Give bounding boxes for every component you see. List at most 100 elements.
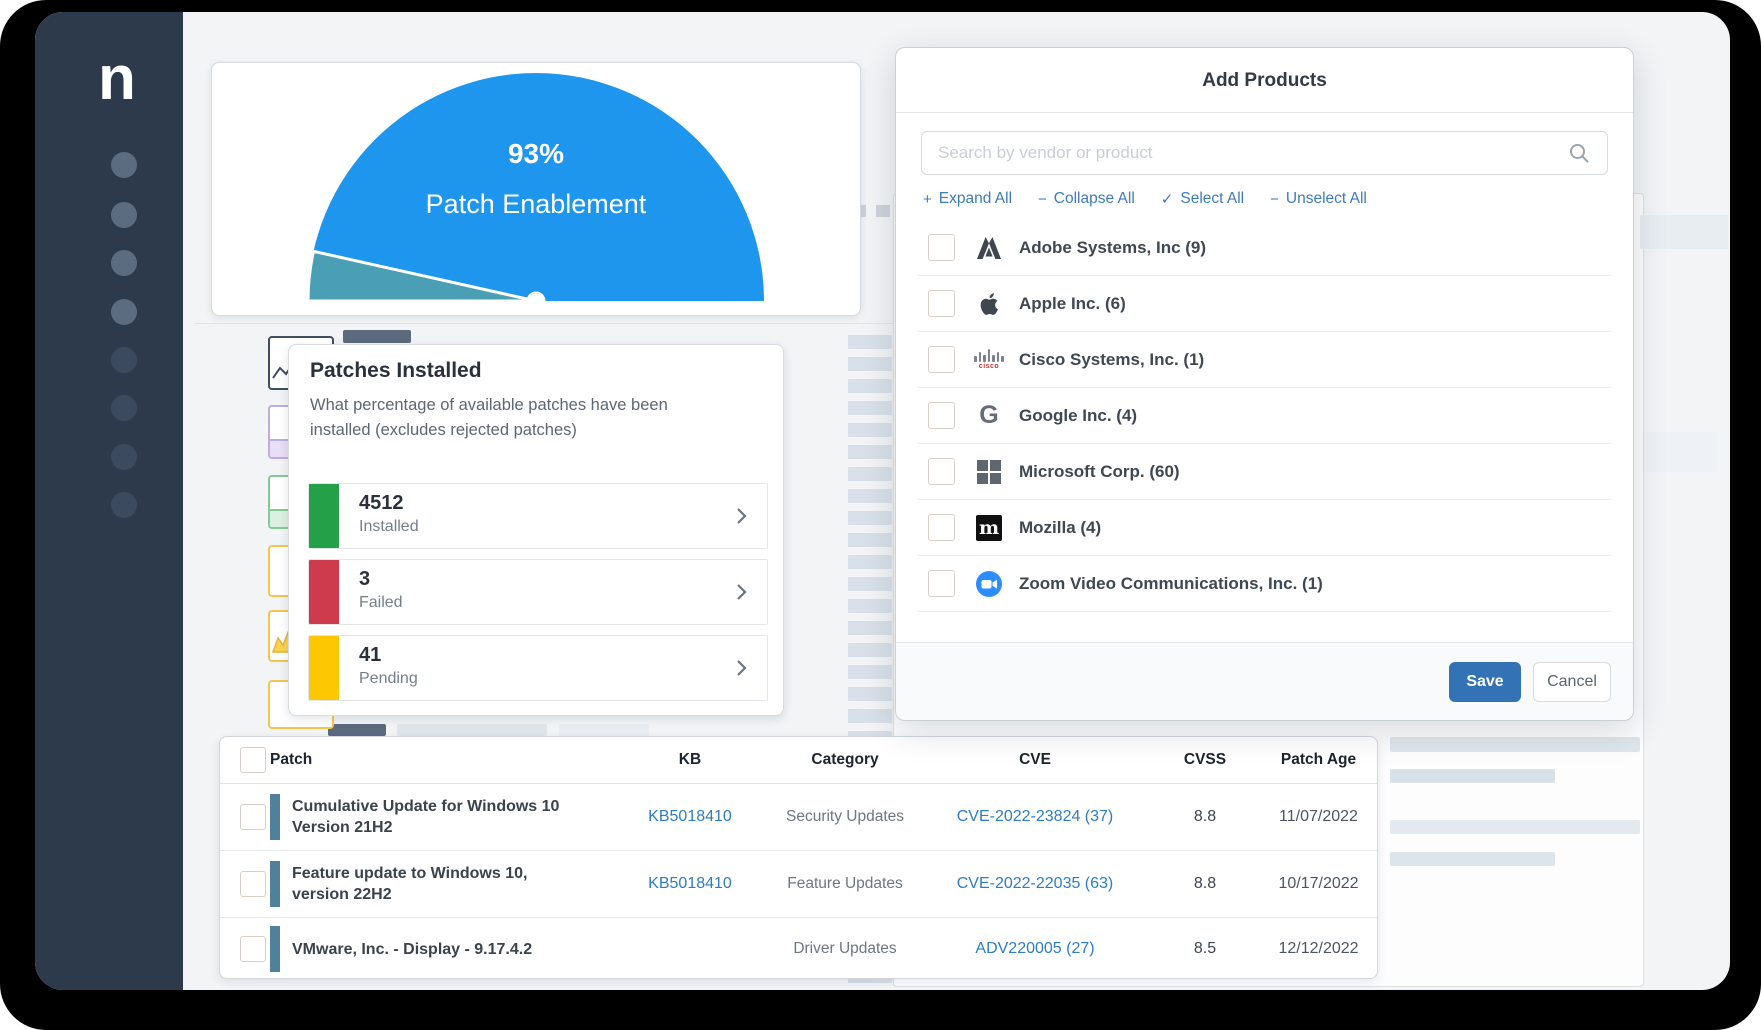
severity-bar	[270, 861, 280, 907]
vendor-row-cisco[interactable]: cisco Cisco Systems, Inc. (1)	[918, 332, 1611, 388]
patch-name: Cumulative Update for Windows 10 Version…	[292, 796, 577, 838]
row-checkbox[interactable]	[240, 871, 266, 897]
zoom-logo-icon	[975, 570, 1003, 598]
row-checkbox[interactable]	[240, 804, 266, 830]
severity-bar	[270, 794, 280, 840]
row-checkbox[interactable]	[240, 936, 266, 962]
minus-icon: −	[1270, 191, 1279, 208]
skeleton-square	[876, 205, 890, 217]
google-logo-icon: G	[975, 402, 1003, 430]
unselect-all-link[interactable]: − Unselect All	[1270, 190, 1367, 208]
vendor-checkbox[interactable]	[928, 514, 955, 541]
cvss-cell: 8.8	[1150, 808, 1260, 826]
gauge-percent: 93%	[508, 138, 564, 169]
severity-bar	[270, 926, 280, 972]
app-screen: n 93% Patch Enablement Patches Installed…	[35, 12, 1730, 990]
gauge-center-dot	[527, 292, 546, 311]
vendor-checkbox[interactable]	[928, 458, 955, 485]
vendor-name: Mozilla (4)	[1019, 518, 1101, 538]
sidebar-item-7[interactable]	[111, 444, 137, 470]
vendor-row-apple[interactable]: Apple Inc. (6)	[918, 276, 1611, 332]
vendor-checkbox[interactable]	[928, 402, 955, 429]
skeleton-tab	[328, 724, 386, 736]
search-input[interactable]	[921, 131, 1608, 175]
vendor-row-mozilla[interactable]: m Mozilla (4)	[918, 500, 1611, 556]
cve-link[interactable]: CVE-2022-22035 (63)	[957, 875, 1114, 892]
skeleton-bar	[1390, 769, 1555, 783]
collapse-all-link[interactable]: − Collapse All	[1038, 190, 1135, 208]
select-all-label: Select All	[1180, 190, 1244, 208]
cvss-cell: 8.8	[1150, 875, 1260, 893]
vendor-checkbox[interactable]	[928, 290, 955, 317]
failed-label: Failed	[359, 594, 403, 612]
cisco-logo-icon: cisco	[975, 346, 1003, 374]
table-header-row: Patch KB Category CVE CVSS Patch Age	[220, 737, 1377, 784]
gauge-label: Patch Enablement	[426, 189, 647, 219]
category-cell: Driver Updates	[770, 940, 920, 958]
select-all-checkbox[interactable]	[240, 747, 266, 773]
category-cell: Security Updates	[770, 808, 920, 826]
skeleton-bar	[559, 724, 649, 736]
stat-row-installed[interactable]: 4512 Installed	[308, 483, 768, 549]
header-category: Category	[770, 751, 920, 769]
sidebar-item-8[interactable]	[111, 492, 137, 518]
save-button[interactable]: Save	[1449, 662, 1521, 702]
select-all-link[interactable]: ✓ Select All	[1161, 190, 1244, 208]
table-row: Feature update to Windows 10, version 22…	[220, 851, 1377, 918]
vendor-checkbox[interactable]	[928, 346, 955, 373]
patch-age-cell: 12/12/2022	[1260, 940, 1377, 958]
vendor-row-zoom[interactable]: Zoom Video Communications, Inc. (1)	[918, 556, 1611, 612]
kb-link[interactable]: KB5018410	[648, 875, 732, 892]
header-age: Patch Age	[1260, 751, 1377, 769]
semicircle-gauge-chart: 93% Patch Enablement	[212, 63, 860, 315]
chevron-right-icon[interactable]	[729, 656, 753, 680]
plus-icon: +	[923, 191, 932, 208]
cve-link[interactable]: CVE-2022-23824 (37)	[957, 808, 1114, 825]
sidebar-item-6[interactable]	[111, 395, 137, 421]
vendor-name: Apple Inc. (6)	[1019, 294, 1126, 314]
chevron-right-icon[interactable]	[729, 580, 753, 604]
vendor-row-adobe[interactable]: Adobe Systems, Inc (9)	[918, 220, 1611, 276]
vendor-name: Zoom Video Communications, Inc. (1)	[1019, 574, 1323, 594]
expand-all-label: Expand All	[939, 190, 1012, 208]
vendor-name: Cisco Systems, Inc. (1)	[1019, 350, 1204, 370]
patches-installed-card: Patches Installed What percentage of ava…	[288, 344, 784, 716]
adobe-logo-icon	[975, 234, 1003, 262]
sidebar-item-4[interactable]	[111, 299, 137, 325]
vendor-name: Adobe Systems, Inc (9)	[1019, 238, 1206, 258]
skeleton-bar	[1390, 820, 1640, 834]
cancel-button[interactable]: Cancel	[1533, 662, 1611, 702]
modal-title: Add Products	[896, 70, 1633, 92]
vendor-checkbox[interactable]	[928, 234, 955, 261]
patch-enablement-gauge-card: 93% Patch Enablement	[211, 62, 861, 316]
card-subtitle: What percentage of available patches hav…	[310, 393, 730, 443]
expand-all-link[interactable]: + Expand All	[923, 190, 1012, 208]
sidebar-item-2[interactable]	[111, 202, 137, 228]
table-row: VMware, Inc. - Display - 9.17.4.2 Driver…	[220, 918, 1377, 979]
kb-link[interactable]: KB5018410	[648, 808, 732, 825]
vendor-row-microsoft[interactable]: Microsoft Corp. (60)	[918, 444, 1611, 500]
sidebar-item-3[interactable]	[111, 250, 137, 276]
stat-row-pending[interactable]: 41 Pending	[308, 635, 768, 701]
chevron-right-icon[interactable]	[729, 504, 753, 528]
skeleton-bar	[1390, 852, 1555, 866]
pending-label: Pending	[359, 670, 418, 688]
ninja-logo: n	[98, 48, 136, 110]
search-icon	[1567, 141, 1591, 165]
vendor-name: Microsoft Corp. (60)	[1019, 462, 1180, 482]
mozilla-logo-icon: m	[975, 514, 1003, 542]
patch-table: Patch KB Category CVE CVSS Patch Age Cum…	[219, 736, 1378, 979]
stat-row-failed[interactable]: 3 Failed	[308, 559, 768, 625]
cve-link[interactable]: ADV220005 (27)	[975, 940, 1094, 957]
apple-logo-icon	[975, 290, 1003, 318]
sidebar-item-5[interactable]	[111, 347, 137, 373]
skeleton-bar	[1647, 432, 1717, 472]
modal-footer: Save Cancel	[896, 642, 1633, 720]
vendor-row-google[interactable]: G Google Inc. (4)	[918, 388, 1611, 444]
installed-label: Installed	[359, 518, 419, 536]
modal-header: Add Products	[896, 48, 1633, 113]
vendor-checkbox[interactable]	[928, 570, 955, 597]
category-cell: Feature Updates	[770, 875, 920, 893]
patch-name: Feature update to Windows 10, version 22…	[292, 863, 577, 905]
sidebar-item-1[interactable]	[111, 152, 137, 178]
